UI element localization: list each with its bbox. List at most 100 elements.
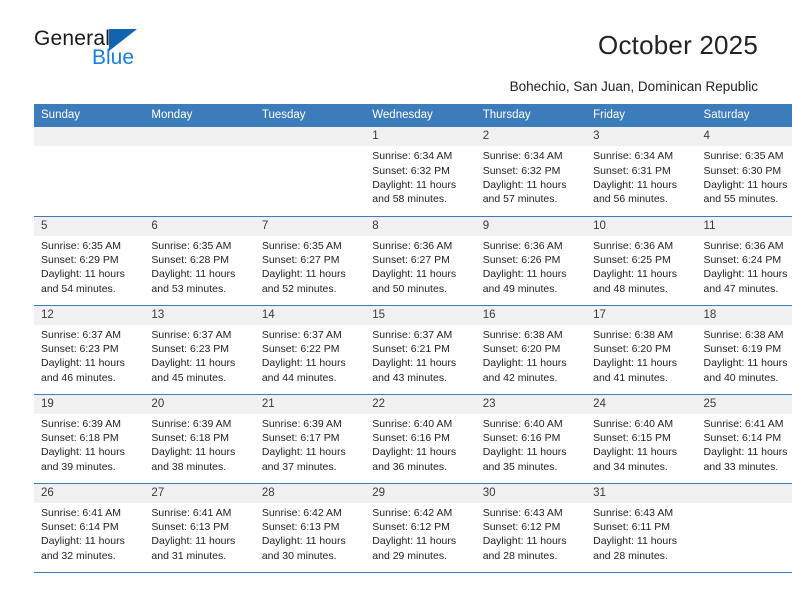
calendar-day-cell[interactable]: 19 Sunrise: 6:39 AM Sunset: 6:18 PM Dayligh… — [34, 394, 145, 484]
calendar-day-cell[interactable]: 20 Sunrise: 6:39 AM Sunset: 6:18 PM Dayligh… — [144, 394, 255, 484]
daylight-text-line2: and 52 minutes. — [261, 282, 337, 295]
sunrise-sunset-calendar: Sunday Monday Tuesday Wednesday Thursday… — [34, 104, 792, 573]
calendar-day-cell[interactable]: 27 Sunrise: 6:41 AM Sunset: 6:13 PM Dayligh… — [144, 483, 255, 573]
calendar-day-cell[interactable]: 24 Sunrise: 6:40 AM Sunset: 6:15 PM Dayligh… — [586, 394, 697, 484]
daylight-text-line1: Daylight: 11 hours — [151, 535, 236, 548]
day-number: 31 — [586, 483, 697, 503]
sunrise-text: Sunrise: 6:39 AM — [151, 417, 232, 430]
day-details: Sunrise: 6:35 AM Sunset: 6:28 PM Daylight:… — [144, 236, 254, 297]
calendar-day-cell[interactable]: 28 Sunrise: 6:42 AM Sunset: 6:13 PM Dayligh… — [254, 483, 366, 573]
day-details: Sunrise: 6:34 AM Sunset: 6:32 PM Daylight:… — [476, 146, 586, 207]
day-details: Sunrise: 6:38 AM Sunset: 6:20 PM Daylight:… — [476, 325, 586, 386]
calendar-day-cell[interactable]: 13 Sunrise: 6:37 AM Sunset: 6:23 PM Dayligh… — [144, 305, 255, 395]
calendar-day-cell[interactable]: 10 Sunrise: 6:36 AM Sunset: 6:25 PM Dayligh… — [586, 216, 697, 306]
daylight-text-line1: Daylight: 11 hours — [372, 268, 457, 281]
calendar-day-cell[interactable]: 23 Sunrise: 6:40 AM Sunset: 6:16 PM Dayligh… — [475, 394, 587, 484]
day-details: Sunrise: 6:43 AM Sunset: 6:12 PM Daylight:… — [476, 503, 586, 564]
daylight-text-line2: and 36 minutes. — [372, 460, 447, 473]
sunrise-text: Sunrise: 6:41 AM — [703, 417, 784, 430]
sunset-text: Sunset: 6:24 PM — [703, 254, 782, 267]
day-details: Sunrise: 6:34 AM Sunset: 6:32 PM Daylight:… — [365, 146, 475, 207]
day-details: Sunrise: 6:35 AM Sunset: 6:30 PM Daylight:… — [697, 146, 792, 207]
daylight-text-line2: and 37 minutes. — [261, 460, 337, 473]
calendar-day-cell[interactable]: 22 Sunrise: 6:40 AM Sunset: 6:16 PM Dayligh… — [365, 394, 476, 484]
daylight-text-line1: Daylight: 11 hours — [482, 357, 567, 370]
day-details: Sunrise: 6:36 AM Sunset: 6:27 PM Daylight:… — [365, 236, 475, 297]
daylight-text-line2: and 41 minutes. — [593, 371, 668, 384]
day-number: 14 — [254, 305, 366, 325]
day-details: Sunrise: 6:39 AM Sunset: 6:18 PM Daylight:… — [144, 414, 254, 475]
calendar-day-cell[interactable]: 9 Sunrise: 6:36 AM Sunset: 6:26 PM Daylight… — [475, 216, 587, 306]
daylight-text-line1: Daylight: 11 hours — [151, 357, 236, 370]
day-number: 12 — [34, 305, 145, 325]
day-details: Sunrise: 6:35 AM Sunset: 6:29 PM Daylight:… — [34, 236, 144, 297]
page-header: General Blue October 2025 Bohechio, San … — [0, 0, 792, 94]
day-details: Sunrise: 6:43 AM Sunset: 6:11 PM Daylight:… — [586, 503, 696, 564]
day-number: 17 — [586, 305, 697, 325]
calendar-day-cell[interactable]: 17 Sunrise: 6:38 AM Sunset: 6:20 PM Dayligh… — [586, 305, 697, 395]
calendar-day-cell[interactable]: 2 Sunrise: 6:34 AM Sunset: 6:32 PM Daylight… — [475, 127, 587, 217]
day-number: 19 — [34, 394, 145, 414]
sunset-text: Sunset: 6:17 PM — [261, 432, 340, 445]
daylight-text-line2: and 47 minutes. — [703, 282, 779, 295]
daylight-text-line2: and 44 minutes. — [261, 371, 337, 384]
calendar-day-cell[interactable]: 21 Sunrise: 6:39 AM Sunset: 6:17 PM Dayligh… — [254, 394, 366, 484]
calendar-day-cell[interactable]: 12 Sunrise: 6:37 AM Sunset: 6:23 PM Dayligh… — [34, 305, 145, 395]
day-details: Sunrise: 6:36 AM Sunset: 6:24 PM Daylight:… — [697, 236, 792, 297]
sunset-text: Sunset: 6:32 PM — [372, 164, 450, 177]
calendar-day-cell[interactable]: 3 Sunrise: 6:34 AM Sunset: 6:31 PM Daylight… — [586, 127, 697, 217]
calendar-day-cell[interactable]: 8 Sunrise: 6:36 AM Sunset: 6:27 PM Daylight… — [365, 216, 476, 306]
day-details: Sunrise: 6:39 AM Sunset: 6:17 PM Daylight:… — [255, 414, 365, 475]
calendar-day-cell[interactable]: 6 Sunrise: 6:35 AM Sunset: 6:28 PM Daylight… — [144, 216, 255, 306]
calendar-day-cell[interactable]: 16 Sunrise: 6:38 AM Sunset: 6:20 PM Dayligh… — [475, 305, 587, 395]
page-title: October 2025 — [598, 30, 758, 60]
sunrise-text: Sunrise: 6:40 AM — [482, 417, 563, 430]
calendar-day-cell[interactable]: 7 Sunrise: 6:35 AM Sunset: 6:27 PM Daylight… — [254, 216, 366, 306]
calendar-day-cell[interactable]: 18 Sunrise: 6:38 AM Sunset: 6:19 PM Dayligh… — [696, 305, 792, 395]
calendar-day-cell[interactable]: 4 Sunrise: 6:35 AM Sunset: 6:30 PM Daylight… — [696, 127, 792, 217]
daylight-text-line1: Daylight: 11 hours — [482, 446, 567, 459]
calendar-day-cell[interactable]: 15 Sunrise: 6:37 AM Sunset: 6:21 PM Dayligh… — [365, 305, 476, 395]
calendar-day-cell[interactable]: 25 Sunrise: 6:41 AM Sunset: 6:14 PM Dayligh… — [696, 394, 792, 484]
weekday-header-sunday: Sunday — [34, 104, 145, 127]
weekday-header-friday: Friday — [586, 104, 697, 127]
daylight-text-line2: and 39 minutes. — [41, 460, 116, 473]
sunset-text: Sunset: 6:31 PM — [593, 164, 671, 177]
daylight-text-line2: and 58 minutes. — [372, 193, 447, 206]
day-number: 20 — [144, 394, 255, 414]
day-number: 16 — [475, 305, 587, 325]
sunset-text: Sunset: 6:22 PM — [261, 343, 340, 356]
calendar-day-cell[interactable]: 29 Sunrise: 6:42 AM Sunset: 6:12 PM Dayligh… — [365, 483, 476, 573]
day-number: 7 — [254, 216, 366, 236]
calendar-page: General Blue October 2025 Bohechio, San … — [0, 0, 792, 612]
daylight-text-line2: and 38 minutes. — [151, 460, 227, 473]
day-number: 11 — [696, 216, 792, 236]
day-details: Sunrise: 6:38 AM Sunset: 6:19 PM Daylight:… — [697, 325, 792, 386]
day-details: Sunrise: 6:39 AM Sunset: 6:18 PM Daylight:… — [34, 414, 144, 475]
calendar-day-cell-empty — [34, 127, 145, 217]
daylight-text-line1: Daylight: 11 hours — [703, 268, 788, 281]
daylight-text-line1: Daylight: 11 hours — [593, 535, 677, 548]
daylight-text-line1: Daylight: 11 hours — [482, 178, 567, 191]
calendar-day-cell[interactable]: 31 Sunrise: 6:43 AM Sunset: 6:11 PM Dayligh… — [586, 483, 697, 573]
sunrise-text: Sunrise: 6:41 AM — [151, 506, 232, 519]
sunset-text: Sunset: 6:18 PM — [41, 432, 119, 445]
daylight-text-line1: Daylight: 11 hours — [41, 268, 125, 281]
sunset-text: Sunset: 6:13 PM — [151, 521, 230, 534]
calendar-day-cell[interactable]: 14 Sunrise: 6:37 AM Sunset: 6:22 PM Dayligh… — [254, 305, 366, 395]
daylight-text-line2: and 49 minutes. — [482, 282, 558, 295]
day-number: 3 — [586, 127, 697, 147]
calendar-day-cell[interactable]: 30 Sunrise: 6:43 AM Sunset: 6:12 PM Dayligh… — [475, 483, 587, 573]
day-number — [34, 127, 145, 147]
day-details: Sunrise: 6:40 AM Sunset: 6:16 PM Daylight:… — [365, 414, 475, 475]
sunrise-text: Sunrise: 6:42 AM — [372, 506, 453, 519]
calendar-day-cell[interactable]: 5 Sunrise: 6:35 AM Sunset: 6:29 PM Daylight… — [34, 216, 145, 306]
calendar-day-cell[interactable]: 11 Sunrise: 6:36 AM Sunset: 6:24 PM Dayligh… — [696, 216, 792, 306]
daylight-text-line1: Daylight: 11 hours — [151, 268, 236, 281]
calendar-day-cell[interactable]: 26 Sunrise: 6:41 AM Sunset: 6:14 PM Dayligh… — [34, 483, 145, 573]
sunset-text: Sunset: 6:30 PM — [703, 164, 782, 177]
daylight-text-line1: Daylight: 11 hours — [151, 446, 236, 459]
calendar-day-cell[interactable]: 1 Sunrise: 6:34 AM Sunset: 6:32 PM Daylight… — [365, 127, 476, 217]
sunrise-text: Sunrise: 6:38 AM — [593, 328, 674, 341]
daylight-text-line2: and 43 minutes. — [372, 371, 447, 384]
